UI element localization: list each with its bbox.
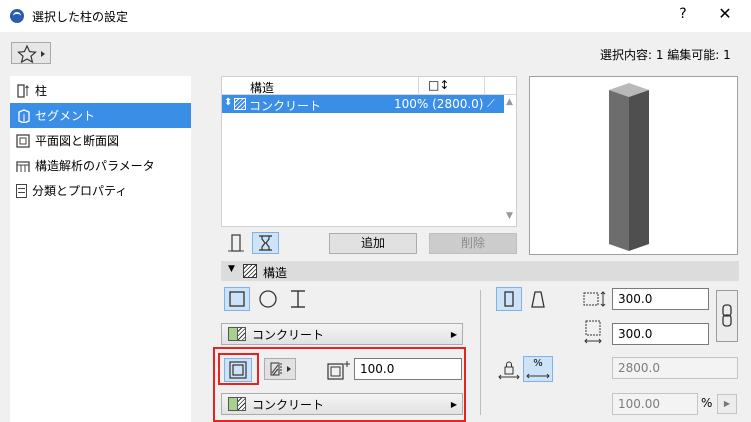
structural-analysis-icon (16, 159, 30, 173)
percent-unit: % (701, 396, 713, 410)
width-icon (583, 289, 609, 309)
segment-icon (16, 108, 30, 124)
link-dimensions-button[interactable] (716, 290, 738, 342)
scroll-up-icon[interactable]: ▲ (506, 97, 513, 107)
row-value: 100% (2800.0) (394, 97, 484, 111)
table-row[interactable]: ⬍ コンクリート 100% (2800.0) ⟋ (222, 95, 504, 113)
veneer-thickness-icon (327, 359, 353, 381)
sidebar-item-label: 柱 (35, 84, 48, 98)
column-preview-image (609, 83, 649, 251)
width-field[interactable] (612, 288, 709, 310)
straight-column-button[interactable] (496, 287, 522, 311)
column-icon (16, 83, 30, 98)
percent-toggle-label: % (533, 358, 543, 369)
percent-toggle-button[interactable]: % (523, 356, 553, 382)
collapse-arrow-icon[interactable]: ▼ (228, 264, 235, 274)
column-divider (418, 77, 419, 95)
square-icon (229, 291, 245, 307)
circular-section-button[interactable] (256, 287, 280, 311)
section-title: 構造 (263, 266, 288, 280)
floor-plan-icon (16, 133, 30, 148)
row-structure: コンクリート (249, 99, 322, 113)
tapered-segment-button[interactable] (252, 232, 279, 254)
preview-3d[interactable] (529, 76, 738, 255)
core-icon (229, 361, 247, 379)
percent-options-button[interactable]: ▶ (717, 394, 737, 414)
sidebar-item-structural-analysis[interactable]: 構造解析のパラメータ (10, 153, 191, 178)
settings-sidebar: 柱 セグメント 平面図と断面図 構造解析のパラメータ 分類とプロパティ (10, 76, 191, 422)
width-arrows-icon (526, 373, 550, 379)
delete-segment-button[interactable]: 削除 (429, 233, 517, 254)
window-title: 選択した柱の設定 (32, 10, 129, 24)
scroll-down-icon[interactable]: ▼ (506, 211, 513, 221)
segments-table: 構造 □↕ ⬍ コンクリート 100% (2800.0) ⟋ ▲ ▼ (221, 76, 517, 227)
drag-handle-icon[interactable]: ⬍ (224, 97, 232, 108)
column-header-structure: 構造 (250, 81, 275, 95)
sidebar-item-label: セグメント (35, 109, 96, 123)
uniform-segment-button[interactable] (225, 232, 247, 254)
sidebar-item-floor-plan[interactable]: 平面図と断面図 (10, 128, 191, 153)
rectangular-section-button[interactable] (224, 287, 250, 311)
material-dropdown[interactable]: コンクリート ▶ (221, 323, 463, 345)
veneer-thickness-field[interactable] (354, 358, 462, 380)
material-swatch-icon (228, 397, 246, 411)
add-segment-button[interactable]: 追加 (329, 233, 417, 254)
selection-info: 選択内容: 1 編集可能: 1 (600, 48, 731, 62)
document-icon (16, 183, 27, 198)
tapered-column-icon (531, 291, 545, 308)
circle-icon (259, 290, 277, 308)
veneer-pattern-icon (270, 362, 291, 376)
profile-section-button[interactable] (286, 287, 310, 311)
table-header: 構造 □↕ (222, 77, 516, 95)
title-bar: 選択した柱の設定 ? ✕ (0, 0, 751, 32)
lock-icon[interactable] (498, 358, 520, 380)
surface-icon[interactable]: ⟋ (487, 97, 495, 111)
sidebar-item-segment[interactable]: セグメント (10, 103, 191, 128)
straight-column-icon (504, 291, 514, 307)
i-beam-icon (291, 290, 305, 308)
hatch-pattern-icon (243, 264, 257, 278)
column-header-height: □↕ (428, 78, 450, 92)
sidebar-item-column[interactable]: 柱 (10, 78, 191, 103)
close-button[interactable]: ✕ (716, 4, 734, 23)
sidebar-item-label: 構造解析のパラメータ (35, 159, 155, 173)
star-icon (17, 44, 45, 64)
chain-link-icon (722, 304, 732, 327)
segment-length-field[interactable] (612, 357, 738, 379)
divider (480, 290, 481, 415)
core-material-dropdown[interactable]: コンクリート ▶ (221, 393, 463, 415)
uniform-column-icon (228, 234, 244, 252)
depth-field[interactable] (612, 323, 709, 345)
sidebar-item-classification[interactable]: 分類とプロパティ (10, 178, 191, 203)
depth-icon (583, 320, 605, 346)
material-swatch-icon (228, 327, 246, 341)
core-veneer-button[interactable] (224, 358, 252, 382)
material-value: コンクリート (252, 327, 325, 342)
archicad-logo-icon (10, 9, 24, 23)
veneer-type-button[interactable] (264, 358, 296, 380)
tapered-column-button[interactable] (526, 287, 550, 311)
dropdown-arrow-icon: ▶ (450, 399, 457, 409)
sidebar-item-label: 平面図と断面図 (35, 134, 120, 148)
core-material-value: コンクリート (252, 397, 325, 412)
dropdown-arrow-icon: ▶ (450, 329, 457, 339)
sidebar-item-label: 分類とプロパティ (32, 184, 128, 198)
favorites-button[interactable] (11, 42, 51, 64)
help-button[interactable]: ? (675, 6, 691, 22)
column-divider (484, 77, 485, 95)
segment-percent-field[interactable] (612, 393, 698, 415)
profile-column-icon (259, 235, 272, 251)
structure-section-header[interactable]: ▼ 構造 (221, 261, 739, 281)
hatch-pattern-icon (234, 98, 246, 110)
